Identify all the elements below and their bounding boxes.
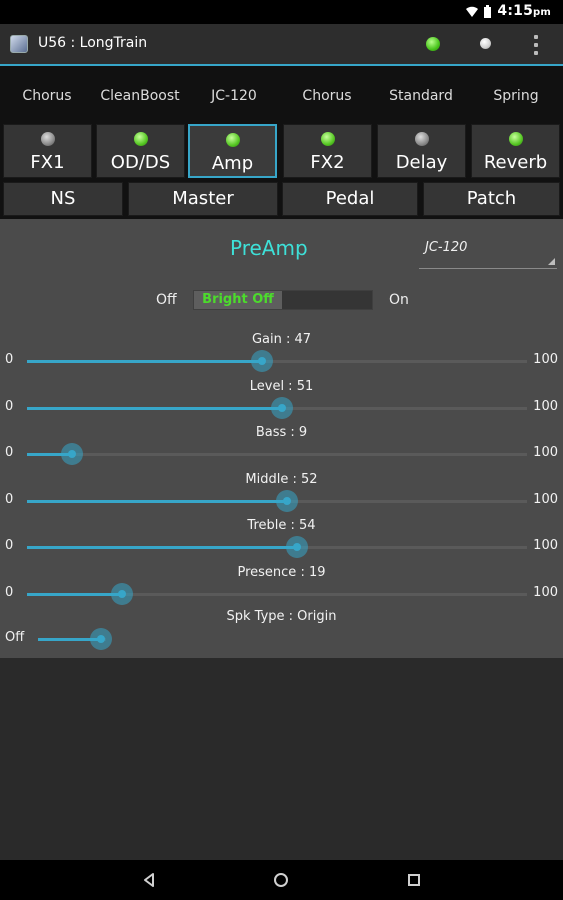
odds-led-icon bbox=[133, 132, 148, 146]
treble-slider-fill bbox=[27, 546, 297, 549]
secondary-buttons-row: NS Master Pedal Patch bbox=[0, 181, 563, 219]
bright-on-label: On bbox=[389, 292, 409, 308]
presence-max-label: 100 bbox=[533, 585, 558, 600]
middle-slider-fill bbox=[27, 500, 287, 503]
bass-label: Bass : 9 bbox=[255, 425, 308, 440]
delay-led-icon bbox=[414, 132, 429, 146]
battery-icon bbox=[484, 4, 492, 18]
presence-min-label: 0 bbox=[5, 585, 14, 600]
back-icon[interactable] bbox=[137, 870, 161, 890]
presence-label: Presence : 19 bbox=[237, 565, 326, 580]
bass-slider-thumb[interactable] bbox=[61, 443, 83, 465]
gain-slider-fill bbox=[27, 360, 262, 363]
presence-slider-fill bbox=[27, 593, 122, 596]
effect-name-odds: CleanBoost bbox=[100, 88, 180, 104]
spk-type-label: Spk Type : Origin bbox=[226, 609, 337, 624]
effect-names-row: Chorus CleanBoost JC-120 Chorus Standard… bbox=[0, 66, 563, 121]
ns-button[interactable]: NS bbox=[3, 182, 123, 216]
wifi-icon bbox=[466, 6, 479, 17]
middle-label: Middle : 52 bbox=[245, 472, 318, 487]
gain-min-label: 0 bbox=[5, 352, 14, 367]
spk-type-thumb[interactable] bbox=[90, 628, 112, 650]
amp-label: Amp bbox=[211, 153, 254, 174]
preamp-panel: PreAmp JC-120 Off Bright Off On Gain : 4… bbox=[0, 219, 563, 658]
delay-button[interactable]: Delay bbox=[377, 124, 466, 178]
action-bar: U56 : LongTrain bbox=[0, 24, 563, 64]
treble-slider[interactable] bbox=[27, 536, 527, 558]
status-bar: 4:15pm bbox=[0, 0, 563, 24]
level-min-label: 0 bbox=[5, 399, 14, 414]
navigation-bar bbox=[0, 860, 563, 900]
effect-name-fx2: Chorus bbox=[302, 88, 352, 104]
fx1-led-icon bbox=[40, 132, 55, 146]
middle-slider[interactable] bbox=[27, 490, 527, 512]
green-led-icon[interactable] bbox=[426, 37, 440, 51]
pedal-button[interactable]: Pedal bbox=[282, 182, 418, 216]
clock: 4:15pm bbox=[497, 3, 551, 19]
panel-title: PreAmp bbox=[230, 236, 308, 260]
patch-button[interactable]: Patch bbox=[423, 182, 560, 216]
bass-min-label: 0 bbox=[5, 445, 14, 460]
middle-slider-thumb[interactable] bbox=[276, 490, 298, 512]
reverb-led-icon bbox=[508, 132, 523, 146]
delay-label: Delay bbox=[395, 152, 448, 173]
gain-slider-thumb[interactable] bbox=[251, 350, 273, 372]
spk-type-min: Off bbox=[5, 630, 25, 645]
odds-label: OD/DS bbox=[110, 152, 171, 173]
gain-slider[interactable] bbox=[27, 350, 527, 372]
bright-toggle[interactable]: Bright Off bbox=[193, 290, 373, 310]
bright-toggle-thumb: Bright Off bbox=[194, 291, 282, 309]
amp-type-value: JC-120 bbox=[425, 240, 468, 255]
gain-label: Gain : 47 bbox=[251, 332, 312, 347]
empty-area bbox=[0, 658, 563, 860]
effect-name-fx1: Chorus bbox=[22, 88, 72, 104]
bass-max-label: 100 bbox=[533, 445, 558, 460]
bass-slider[interactable] bbox=[27, 443, 527, 465]
odds-button[interactable]: OD/DS bbox=[96, 124, 185, 178]
amp-type-select[interactable]: JC-120 bbox=[419, 234, 557, 269]
white-led-icon[interactable] bbox=[480, 38, 491, 49]
gain-max-label: 100 bbox=[533, 352, 558, 367]
master-button[interactable]: Master bbox=[128, 182, 278, 216]
fx2-led-icon bbox=[320, 132, 335, 146]
reverb-button[interactable]: Reverb bbox=[471, 124, 560, 178]
effect-name-reverb: Spring bbox=[493, 88, 539, 104]
fx1-label: FX1 bbox=[30, 152, 65, 173]
spk-type-switch[interactable] bbox=[38, 628, 112, 650]
effect-name-amp: JC-120 bbox=[211, 88, 257, 104]
treble-label: Treble : 54 bbox=[247, 518, 316, 533]
dropdown-corner-icon bbox=[548, 258, 555, 265]
treble-slider-thumb[interactable] bbox=[286, 536, 308, 558]
treble-max-label: 100 bbox=[533, 538, 558, 553]
app-title: U56 : LongTrain bbox=[38, 35, 148, 51]
fx1-button[interactable]: FX1 bbox=[3, 124, 92, 178]
app-icon[interactable] bbox=[10, 35, 28, 53]
recents-icon[interactable] bbox=[402, 870, 426, 890]
bright-off-label: Off bbox=[156, 292, 177, 308]
level-slider-thumb[interactable] bbox=[271, 397, 293, 419]
home-icon[interactable] bbox=[269, 870, 293, 890]
level-slider-fill bbox=[27, 407, 282, 410]
amp-button[interactable]: Amp bbox=[188, 124, 277, 178]
fx2-button[interactable]: FX2 bbox=[283, 124, 372, 178]
middle-min-label: 0 bbox=[5, 492, 14, 507]
level-slider[interactable] bbox=[27, 397, 527, 419]
level-label: Level : 51 bbox=[249, 379, 314, 394]
effect-buttons-row: FX1 OD/DS Amp FX2 Delay Reverb bbox=[0, 121, 563, 181]
reverb-label: Reverb bbox=[483, 152, 548, 173]
presence-slider-thumb[interactable] bbox=[111, 583, 133, 605]
amp-led-icon bbox=[225, 133, 240, 147]
presence-slider[interactable] bbox=[27, 583, 527, 605]
effect-name-delay: Standard bbox=[389, 88, 453, 104]
middle-max-label: 100 bbox=[533, 492, 558, 507]
level-max-label: 100 bbox=[533, 399, 558, 414]
overflow-menu-icon[interactable] bbox=[533, 35, 539, 55]
treble-min-label: 0 bbox=[5, 538, 14, 553]
fx2-label: FX2 bbox=[310, 152, 345, 173]
